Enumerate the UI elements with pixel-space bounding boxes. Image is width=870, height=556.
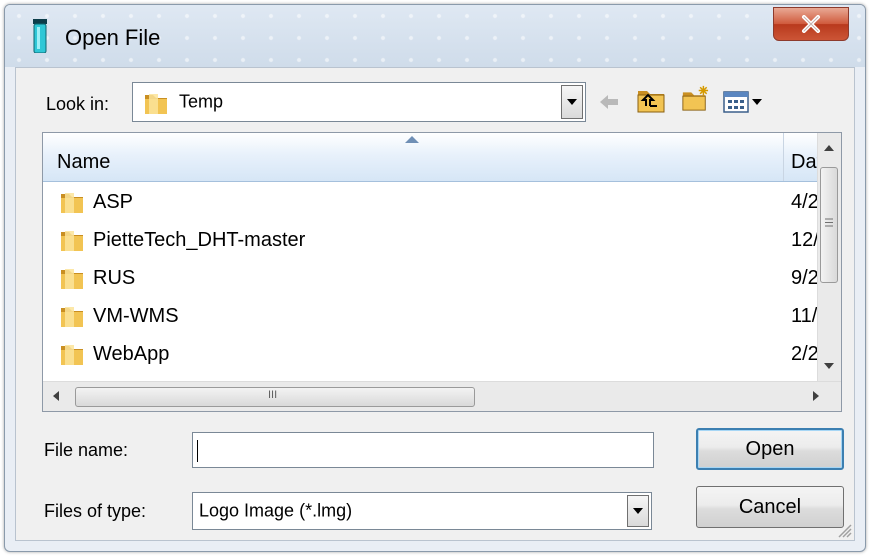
back-arrow-icon[interactable] xyxy=(596,88,622,116)
dialog-body: Look in: Temp Name Da ASP 4/2 PietteTech… xyxy=(15,67,855,541)
files-of-type-label: Files of type: xyxy=(44,501,147,521)
open-button[interactable]: Open xyxy=(696,428,844,470)
list-item-name: VM-WMS xyxy=(93,305,179,327)
look-in-value: Temp xyxy=(179,91,224,112)
column-header-date[interactable]: Dat xyxy=(791,151,817,174)
column-divider[interactable] xyxy=(783,133,784,181)
list-item[interactable]: ASP 4/2 xyxy=(43,183,817,221)
look-in-label: Look in: xyxy=(46,94,110,114)
folder-icon xyxy=(61,231,83,251)
file-name-label: File name: xyxy=(44,440,129,460)
list-item[interactable]: WebApp 2/2 xyxy=(43,335,817,373)
files-of-type-dropdown[interactable]: Logo Image (*.lmg) xyxy=(192,492,652,530)
list-item-name: WebApp xyxy=(93,343,170,365)
list-item[interactable]: VM-WMS 11/ xyxy=(43,297,817,335)
folder-icon xyxy=(61,269,83,289)
new-folder-icon[interactable] xyxy=(680,84,710,112)
app-icon xyxy=(33,19,47,53)
files-of-type-value: Logo Image (*.lmg) xyxy=(199,500,353,521)
file-name-input[interactable] xyxy=(192,432,654,468)
title-bar[interactable]: Open File xyxy=(5,5,865,67)
column-header-name[interactable]: Name xyxy=(57,151,110,174)
up-one-level-icon[interactable] xyxy=(636,86,666,114)
close-button[interactable] xyxy=(773,7,849,41)
look-in-dropdown-button[interactable] xyxy=(561,85,583,119)
list-item-date: 9/2 xyxy=(791,267,817,289)
vertical-scroll-thumb[interactable] xyxy=(820,167,838,283)
horizontal-scrollbar[interactable]: III xyxy=(43,381,841,411)
resize-grip-icon[interactable] xyxy=(836,522,852,538)
look-in-dropdown[interactable]: Temp xyxy=(132,82,586,122)
file-list[interactable]: Name Dat ASP 4/2 PietteTech_DHT-master 1… xyxy=(42,132,842,412)
files-of-type-dropdown-button[interactable] xyxy=(627,495,649,527)
close-icon xyxy=(802,15,820,33)
list-header: Name Dat xyxy=(43,133,817,182)
vertical-scrollbar[interactable] xyxy=(817,133,841,381)
view-menu-icon[interactable] xyxy=(722,88,766,116)
folder-icon xyxy=(145,94,167,114)
chevron-down-icon xyxy=(633,508,643,514)
chevron-down-icon xyxy=(567,99,577,105)
folder-icon xyxy=(61,193,83,213)
folder-icon xyxy=(61,307,83,327)
open-file-dialog: Open File Look in: Temp Name Da ASP 4/2 … xyxy=(4,4,866,552)
scroll-down-arrow-icon[interactable] xyxy=(824,363,834,369)
scroll-up-arrow-icon[interactable] xyxy=(824,145,834,151)
list-item[interactable]: PietteTech_DHT-master 12/ xyxy=(43,221,817,259)
list-item-name: PietteTech_DHT-master xyxy=(93,229,306,251)
list-item[interactable]: RUS 9/2 xyxy=(43,259,817,297)
list-item-name: ASP xyxy=(93,191,134,213)
grip-icon xyxy=(825,218,833,227)
scroll-left-arrow-icon[interactable] xyxy=(53,391,59,401)
list-item-date: 4/2 xyxy=(791,191,817,213)
list-item-name: RUS xyxy=(93,267,136,289)
list-item-date: 2/2 xyxy=(791,343,817,365)
list-item-date: 12/ xyxy=(791,229,817,251)
text-caret xyxy=(197,440,198,462)
folder-icon xyxy=(61,345,83,365)
dialog-title: Open File xyxy=(65,25,161,50)
scroll-grip: III xyxy=(268,389,278,401)
scroll-right-arrow-icon[interactable] xyxy=(813,391,819,401)
sort-ascending-icon xyxy=(405,136,419,143)
list-item-date: 11/ xyxy=(791,305,817,327)
cancel-button[interactable]: Cancel xyxy=(696,486,844,528)
horizontal-scroll-thumb[interactable]: III xyxy=(75,387,475,407)
